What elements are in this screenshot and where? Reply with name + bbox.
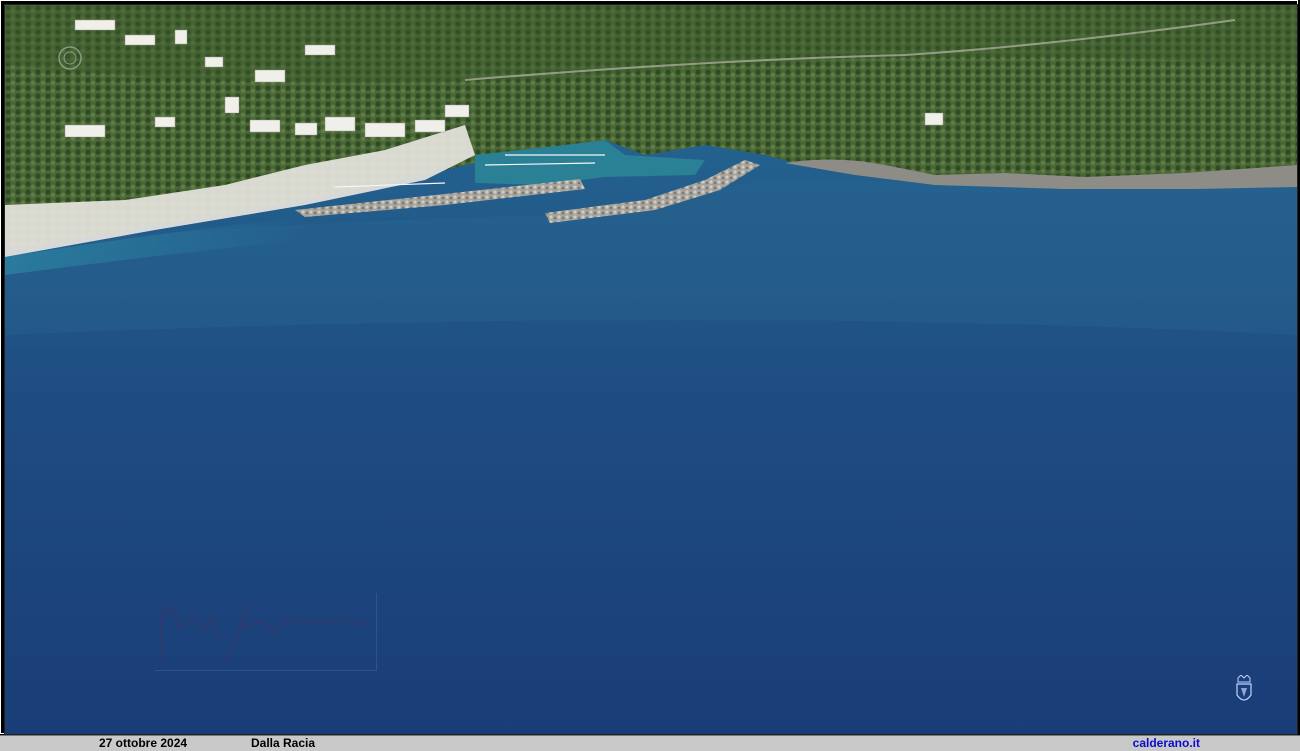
coat-of-arms-icon bbox=[1235, 675, 1253, 707]
caption-bar: 27 ottobre 2024 Dalla Racia calderano.it bbox=[0, 735, 1300, 751]
seal-watermark-icon bbox=[57, 45, 83, 71]
handwritten-signature bbox=[155, 593, 377, 671]
aerial-photo bbox=[4, 4, 1298, 735]
caption-place: Dalla Racia bbox=[251, 736, 316, 750]
caption-date: 27 ottobre 2024 bbox=[99, 736, 188, 750]
caption-site-link[interactable]: calderano.it bbox=[1133, 736, 1200, 751]
